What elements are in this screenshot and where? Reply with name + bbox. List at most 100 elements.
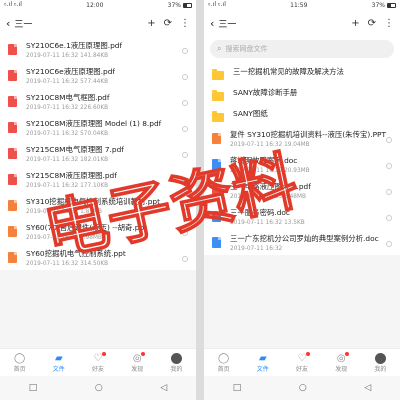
status-right: 37% — [168, 2, 192, 9]
tab-4[interactable]: 我的 — [361, 349, 400, 376]
tab-2[interactable]: ♡ 好友 — [78, 349, 117, 376]
ppt-file-icon — [8, 252, 17, 263]
select-checkbox[interactable] — [182, 74, 188, 80]
header-actions: + ⟳ ⋮ — [351, 18, 394, 29]
folder-icon — [212, 90, 224, 101]
file-name: 蒋增明故障案例.doc — [230, 156, 298, 165]
file-info: 三一挖掘机常见的故障及解决方法 — [233, 67, 394, 77]
notification-dot — [344, 352, 349, 356]
file-name: SY215C8M电气原理图 7.pdf — [26, 145, 124, 154]
select-checkbox[interactable] — [386, 215, 392, 221]
back-button[interactable]: ‹ — [6, 17, 10, 30]
select-checkbox[interactable] — [182, 48, 188, 54]
avatar — [170, 352, 182, 364]
select-checkbox[interactable] — [182, 100, 188, 106]
tab-0[interactable]: ◯ 首页 — [204, 349, 243, 376]
file-row[interactable]: SY210C6e.1液压原理图.pdf 2019-07-11 16:32 141.… — [0, 36, 196, 62]
file-row[interactable]: SY60(70)售后课件(液压) --胡奇.ppt 2019-07-11 16:3… — [0, 218, 196, 244]
file-name: SY310挖掘机电气控制系统培训教材.ppt — [26, 197, 161, 206]
file-list: SY210C6e.1液压原理图.pdf 2019-07-11 16:32 141.… — [0, 36, 196, 270]
select-checkbox[interactable] — [182, 230, 188, 236]
page-title: 三一 — [14, 20, 33, 30]
back-nav-button[interactable]: ◁ — [160, 383, 167, 393]
tab-3[interactable]: ◎ 发现 — [322, 349, 361, 376]
file-row[interactable]: SY210C8M电气框图.pdf 2019-07-11 16:32 226.60K… — [0, 88, 196, 114]
select-checkbox[interactable] — [386, 137, 392, 143]
file-info: SY215C8M液压原理图.pdf 2019-07-11 16:32 177.10… — [26, 171, 190, 189]
refresh-icon[interactable]: ⟳ — [164, 18, 172, 29]
recent-apps-button[interactable]: □ — [233, 383, 242, 393]
file-name: SY210C8M电气框图.pdf — [26, 93, 110, 102]
file-info: SY60(70)售后课件(液压) --胡奇.ppt 2019-07-11 16:3… — [26, 223, 190, 241]
home-button[interactable]: ○ — [299, 383, 307, 393]
tab-3[interactable]: ◎ 发现 — [118, 349, 157, 376]
file-meta: 2019-07-11 16:32 177.10KB — [26, 183, 109, 189]
more-icon[interactable]: ⋮ — [384, 18, 394, 29]
file-row[interactable]: SY210C6e液压原理图.pdf 2019-07-11 16:32 577.44… — [0, 62, 196, 88]
clock: 11:59 — [290, 2, 308, 9]
file-info: SY210C6e液压原理图.pdf 2019-07-11 16:32 577.44… — [26, 67, 190, 85]
file-info: SY210C8M液压原理图 Model (1) 8.pdf 2019-07-11 … — [26, 119, 190, 137]
file-name: SANY图纸 — [233, 109, 268, 118]
file-info: SY210C8M电气框图.pdf 2019-07-11 16:32 226.60K… — [26, 93, 190, 111]
file-meta: 2019-07-11 16:32 19.04MB — [230, 142, 310, 148]
file-row[interactable]: SY60挖掘机电气控制系统.ppt 2019-07-11 16:32 314.50… — [0, 244, 196, 270]
add-icon[interactable]: + — [351, 18, 359, 29]
file-row[interactable]: 三一电路液压图大全.pdf 2019-09-08 10:55 6.48MB — [204, 177, 400, 203]
select-checkbox[interactable] — [182, 178, 188, 184]
select-checkbox[interactable] — [386, 241, 392, 247]
tab-label: 首页 — [217, 365, 230, 373]
select-checkbox[interactable] — [386, 163, 392, 169]
tab-0[interactable]: ◯ 首页 — [0, 349, 39, 376]
file-row[interactable]: 三一服务密码.doc 2019-07-11 16:32 13.5KB — [204, 203, 400, 229]
notification-dot — [305, 352, 310, 356]
file-row[interactable]: SY215C8M液压原理图.pdf 2019-07-11 16:32 177.10… — [0, 166, 196, 192]
select-checkbox[interactable] — [182, 256, 188, 262]
recent-apps-button[interactable]: □ — [29, 383, 38, 393]
file-row[interactable]: SY215C8M电气原理图 7.pdf 2019-07-11 16:32 182.… — [0, 140, 196, 166]
tab-label: 我的 — [170, 365, 183, 373]
tab-label: 我的 — [374, 365, 387, 373]
select-checkbox[interactable] — [386, 189, 392, 195]
search-placeholder: 搜索网盘文件 — [225, 45, 268, 53]
add-icon[interactable]: + — [147, 18, 155, 29]
select-checkbox[interactable] — [182, 152, 188, 158]
tab-1[interactable]: ▰ 文件 — [243, 349, 282, 376]
refresh-icon[interactable]: ⟳ — [368, 18, 376, 29]
select-checkbox[interactable] — [182, 126, 188, 132]
file-name: SY210C6e液压原理图.pdf — [26, 67, 116, 76]
file-row[interactable]: 蒋增明故障案例.doc 2019-07-11 16:32 20.93MB — [204, 151, 400, 177]
pdf-file-icon — [8, 174, 17, 185]
file-row[interactable]: SY310挖掘机电气控制系统培训教材.ppt 2019-07-11 16:32 1… — [0, 192, 196, 218]
file-row[interactable]: 三一挖掘机常见的故障及解决方法 — [204, 62, 400, 83]
home-button[interactable]: ○ — [95, 383, 103, 393]
file-row[interactable]: SANY图纸 — [204, 104, 400, 125]
tab-2[interactable]: ♡ 好友 — [282, 349, 321, 376]
tab-1[interactable]: ▰ 文件 — [39, 349, 78, 376]
file-meta: 2019-07-11 16:32 570.04KB — [26, 131, 109, 137]
folder-icon — [212, 111, 224, 122]
system-nav-bar: □ ○ ◁ — [204, 376, 400, 400]
notification-dot — [101, 352, 106, 356]
doc-file-icon — [212, 211, 221, 222]
file-info: SY210C6e.1液压原理图.pdf 2019-07-11 16:32 141.… — [26, 41, 190, 59]
file-name: 三一电路液压图大全.pdf — [230, 182, 311, 191]
file-row[interactable]: 复件 SY310挖掘机培训资料--液压(朱传宝).PPT 2019-07-11 1… — [204, 125, 400, 151]
pdf-file-icon — [212, 185, 221, 196]
back-button[interactable]: ‹ — [210, 17, 214, 30]
file-info: 三一服务密码.doc 2019-07-11 16:32 13.5KB — [230, 208, 394, 226]
file-meta: 2019-07-11 16:32 4.98MB — [26, 235, 102, 241]
ppt-file-icon — [8, 226, 17, 237]
file-row[interactable]: SANY故障诊断手册 — [204, 83, 400, 104]
tab-4[interactable]: 我的 — [157, 349, 196, 376]
tab-label: 发现 — [131, 365, 144, 373]
search-input[interactable]: ⌕ 搜索网盘文件 — [210, 40, 394, 58]
file-info: 蒋增明故障案例.doc 2019-07-11 16:32 20.93MB — [230, 156, 394, 174]
file-row[interactable]: SY210C8M液压原理图 Model (1) 8.pdf 2019-07-11 … — [0, 114, 196, 140]
back-nav-button[interactable]: ◁ — [364, 383, 371, 393]
status-bar: ᭝.ıl ᭝.ıl 11:59 37% — [204, 0, 400, 11]
more-icon[interactable]: ⋮ — [180, 18, 190, 29]
tab-icon: ▰ — [258, 352, 267, 364]
select-checkbox[interactable] — [182, 204, 188, 210]
file-row[interactable]: 三一广东挖机分公司罗灿的典型案例分析.doc 2019-07-11 16:32 — [204, 229, 400, 255]
